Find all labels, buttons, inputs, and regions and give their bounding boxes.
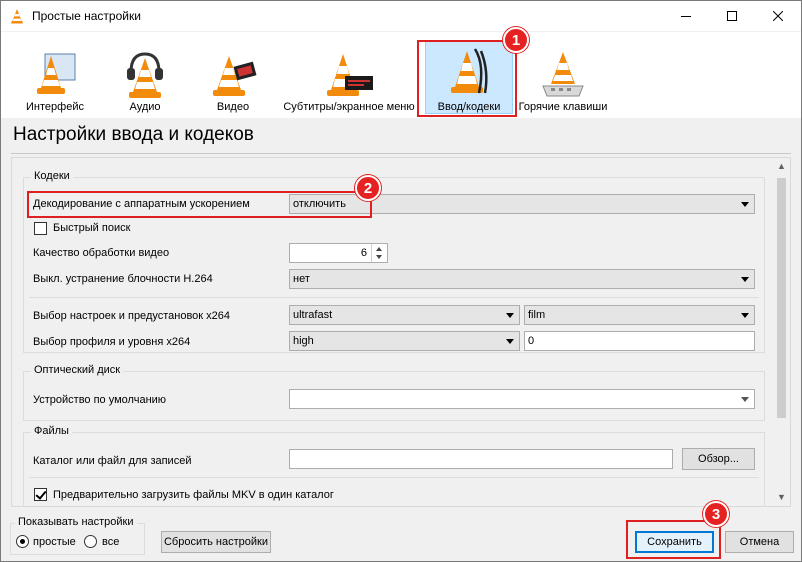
annotation-badge-1: 1 (503, 27, 529, 53)
spin-buttons[interactable] (371, 244, 387, 262)
vlc-cone-headphones-icon (127, 52, 163, 98)
default-device-select[interactable] (289, 389, 755, 409)
show-settings-title: Показывать настройки (15, 516, 137, 528)
close-icon (773, 11, 783, 21)
minimize-icon (681, 16, 691, 17)
scroll-up-icon[interactable]: ▲ (776, 161, 787, 172)
tab-video-label: Видео (216, 101, 250, 113)
minimize-button[interactable] (663, 1, 709, 31)
chevron-down-icon (506, 339, 514, 344)
vlc-cone-subtitles-icon (327, 54, 373, 96)
annotation-highlight-input-codecs (417, 40, 517, 117)
files-group-title: Файлы (31, 425, 72, 437)
simple-radio[interactable] (16, 535, 29, 548)
tab-video[interactable]: Видео (195, 38, 271, 116)
chevron-down-icon (741, 397, 749, 402)
codecs-divider (29, 297, 759, 298)
x264-preset-label: Выбор настроек и предустановок x264 (33, 310, 231, 322)
page-title: Настройки ввода и кодеков (13, 124, 254, 145)
record-dir-label: Каталог или файл для записей (33, 455, 192, 467)
video-quality-spinbox[interactable]: 6 (289, 243, 388, 263)
fast-seek-checkbox[interactable] (34, 222, 47, 235)
reset-settings-button[interactable]: Сбросить настройки (161, 531, 271, 553)
x264-profile-value: high (293, 335, 314, 347)
annotation-badge-3: 3 (703, 501, 729, 527)
simple-radio-label: простые (33, 536, 76, 548)
scrollbar-thumb[interactable] (777, 178, 786, 418)
x264-preset-select[interactable]: ultrafast (289, 305, 520, 325)
spin-up-icon (376, 247, 382, 251)
chevron-down-icon (741, 202, 749, 207)
chevron-down-icon (506, 313, 514, 318)
close-button[interactable] (755, 1, 801, 31)
optical-group-title: Оптический диск (31, 364, 124, 376)
video-quality-value: 6 (360, 247, 367, 259)
scroll-down-icon[interactable]: ▼ (776, 492, 787, 503)
tab-audio-label: Аудио (129, 101, 161, 113)
vlc-cone-film-icon (213, 56, 257, 96)
preferences-window: Простые настройки Интерфейс Аудио Видео … (0, 0, 802, 562)
x264-preset-value: ultrafast (293, 309, 333, 321)
h264-deblock-value: нет (293, 273, 310, 285)
spin-down-icon (376, 255, 382, 259)
annotation-badge-2: 2 (355, 175, 381, 201)
tab-subtitles-osd[interactable]: Субтитры/экранное меню (281, 38, 417, 116)
vlc-cone-interface-icon (37, 53, 76, 94)
vlc-cone-keyboard-icon (542, 52, 584, 97)
record-dir-input[interactable] (289, 449, 673, 469)
save-button[interactable]: Сохранить (635, 531, 714, 553)
window-title: Простые настройки (32, 9, 141, 23)
preload-mkv-checkbox[interactable] (34, 488, 47, 501)
h264-deblock-label: Выкл. устранение блочности H.264 (33, 273, 213, 285)
chevron-down-icon (741, 313, 749, 318)
files-divider (29, 477, 759, 478)
default-device-label: Устройство по умолчанию (33, 394, 167, 406)
fast-seek-label: Быстрый поиск (53, 222, 131, 234)
tab-subtitles-label: Субтитры/экранное меню (283, 101, 415, 113)
preload-mkv-label: Предварительно загрузить файлы MKV в оди… (53, 489, 334, 501)
maximize-button[interactable] (709, 1, 755, 31)
h264-deblock-select[interactable]: нет (289, 269, 755, 289)
files-group: Файлы Каталог или файл для записей Обзор… (23, 425, 765, 506)
vertical-scrollbar[interactable]: ▲ ▼ (773, 158, 790, 506)
x264-level-input[interactable]: 0 (524, 331, 755, 351)
settings-scroll-panel: Кодеки Декодирование с аппаратным ускоре… (11, 157, 791, 507)
tab-hotkeys-label: Горячие клавиши (518, 101, 608, 113)
tab-audio[interactable]: Аудио (105, 38, 185, 116)
optical-disc-group: Оптический диск Устройство по умолчанию (23, 364, 765, 421)
video-quality-label: Качество обработки видео (33, 247, 170, 259)
chevron-down-icon (741, 277, 749, 282)
title-bar: Простые настройки (1, 1, 801, 31)
show-settings-group: Показывать настройки простые все (10, 516, 145, 555)
vlc-app-icon (11, 9, 23, 24)
maximize-icon (727, 11, 737, 21)
category-toolbar: Интерфейс Аудио Видео Субтитры/экранное … (1, 27, 801, 118)
codecs-group-title: Кодеки (31, 170, 73, 182)
heading-separator (11, 153, 791, 154)
tab-interface-label: Интерфейс (26, 101, 84, 113)
x264-profile-select[interactable]: high (289, 331, 520, 351)
tab-interface[interactable]: Интерфейс (15, 38, 95, 116)
x264-profile-label: Выбор профиля и уровня x264 (33, 336, 191, 348)
all-radio[interactable] (84, 535, 97, 548)
x264-tune-value: film (528, 309, 546, 321)
browse-button[interactable]: Обзор... (682, 448, 755, 470)
annotation-highlight-hw-decoding (27, 191, 372, 218)
all-radio-label: все (102, 536, 120, 548)
tab-hotkeys[interactable]: Горячие клавиши (515, 38, 611, 116)
cancel-button[interactable]: Отмена (725, 531, 794, 553)
x264-tune-select[interactable]: film (524, 305, 755, 325)
